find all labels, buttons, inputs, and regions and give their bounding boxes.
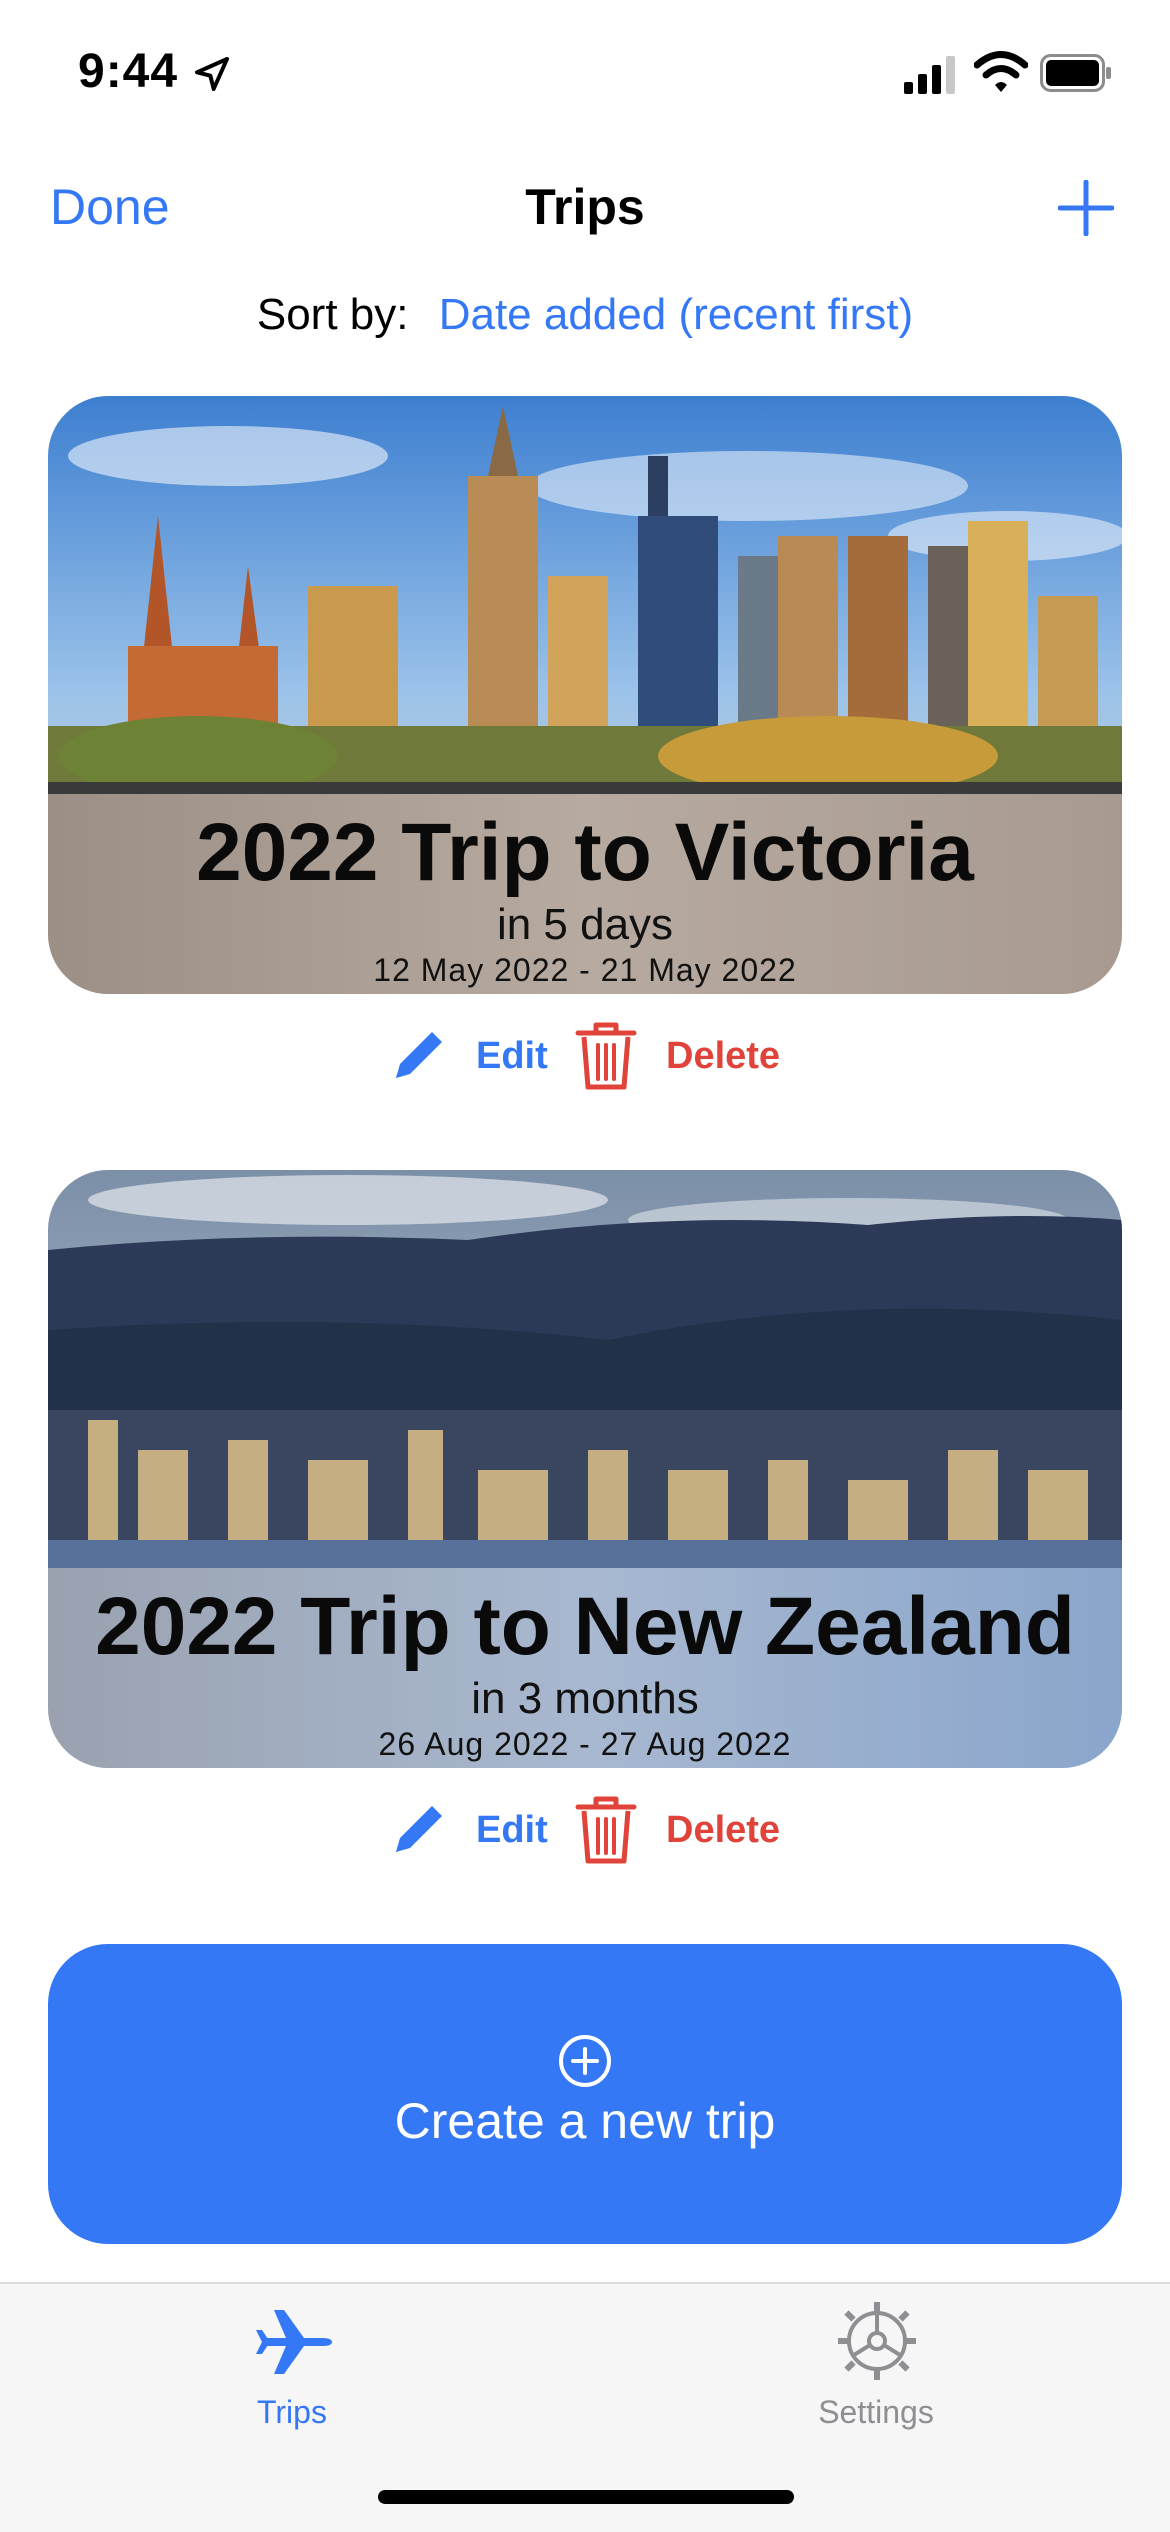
trip-title: 2022 Trip to Victoria	[196, 807, 974, 898]
sort-label: Sort by:	[256, 290, 409, 339]
trip-dates: 26 Aug 2022 - 27 Aug 2022	[378, 1726, 792, 1762]
edit-label: Edit	[476, 1034, 548, 1077]
trash-icon	[575, 1796, 637, 1864]
sort-option-button[interactable]: Date added (recent first)	[439, 290, 913, 339]
page-title: Trips	[525, 179, 645, 235]
trip-title: 2022 Trip to New Zealand	[95, 1581, 1075, 1672]
trash-icon	[575, 1022, 637, 1090]
tab-settings-label: Settings	[818, 2394, 934, 2430]
trip-card[interactable]: 2022 Trip to Victoria in 5 days 12 May 2…	[48, 396, 1122, 994]
pencil-icon	[396, 1032, 442, 1078]
cellular-signal-icon	[904, 56, 955, 94]
delete-trip-button[interactable]: Delete	[574, 1016, 780, 1096]
status-bar: 9:44	[0, 0, 1170, 150]
tab-settings[interactable]: Settings	[726, 2284, 1026, 2434]
trip-actions: Edit Delete	[0, 1790, 1170, 1870]
airplane-icon	[256, 2310, 332, 2374]
edit-trip-button[interactable]: Edit	[388, 1016, 548, 1096]
sort-row: Sort by: Date added (recent first)	[0, 290, 1170, 340]
tab-trips-label: Trips	[257, 2394, 327, 2430]
location-arrow-icon	[195, 57, 229, 91]
tab-trips[interactable]: Trips	[142, 2284, 442, 2434]
delete-label: Delete	[666, 1034, 781, 1077]
battery-icon	[1040, 54, 1111, 92]
edit-trip-button[interactable]: Edit	[388, 1790, 548, 1870]
trip-countdown: in 5 days	[496, 900, 674, 949]
plus-icon[interactable]	[1058, 180, 1114, 236]
delete-trip-button[interactable]: Delete	[574, 1790, 780, 1870]
wifi-icon	[974, 51, 1028, 92]
trip-card[interactable]: 2022 Trip to New Zealand in 3 months 26 …	[48, 1170, 1122, 1768]
trip-actions: Edit Delete	[0, 1016, 1170, 1096]
trip-dates: 12 May 2022 - 21 May 2022	[373, 952, 797, 988]
home-indicator	[378, 2490, 794, 2504]
gear-icon	[838, 2302, 916, 2380]
delete-label: Delete	[666, 1808, 781, 1851]
create-trip-label: Create a new trip	[394, 2093, 776, 2149]
status-time: 9:44	[78, 45, 179, 98]
pencil-icon	[396, 1806, 442, 1852]
trip-countdown: in 3 months	[471, 1674, 699, 1723]
edit-label: Edit	[476, 1808, 548, 1851]
plus-circle-icon	[559, 2035, 611, 2087]
